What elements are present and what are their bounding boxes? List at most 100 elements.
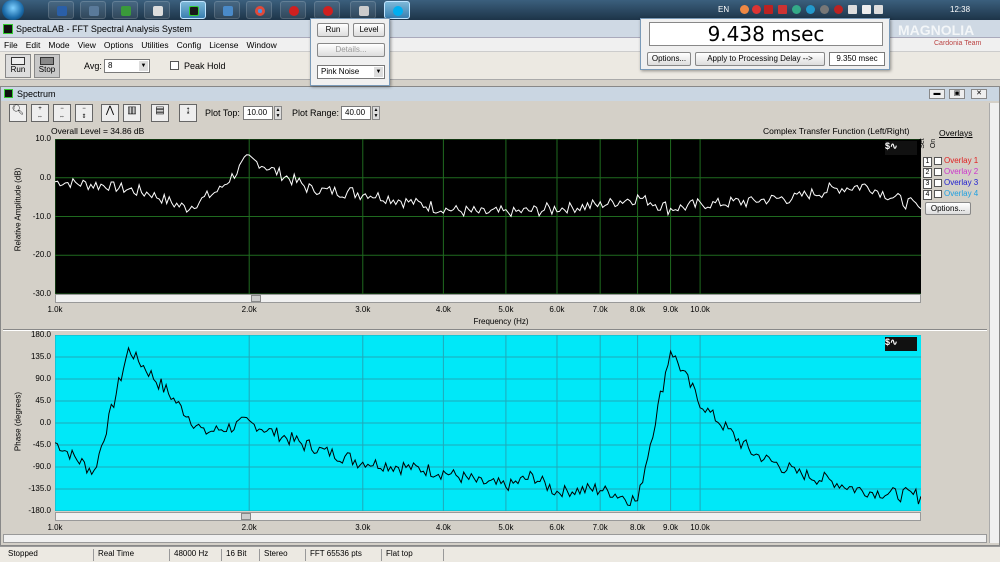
amp-horizontal-scrollbar[interactable]	[55, 294, 921, 303]
menu-utilities[interactable]: Utilities	[137, 38, 172, 52]
vertical-scrollbar[interactable]	[989, 103, 999, 543]
menu-view[interactable]: View	[74, 38, 100, 52]
zoom-out-icon[interactable]: − ⇔	[53, 104, 71, 122]
fft-mode-icon[interactable]: $∿	[885, 337, 917, 351]
clock[interactable]: 12:38	[950, 5, 970, 14]
generator-level-button[interactable]: Level	[353, 23, 385, 37]
generator-panel: Run Level Details... Pink Noise ▼	[310, 18, 390, 86]
generator-details-button[interactable]: Details...	[317, 43, 385, 57]
tray-icon[interactable]	[740, 5, 749, 14]
taskbar-app-chrome[interactable]	[246, 1, 272, 19]
peak-hold-checkbox[interactable]	[170, 61, 179, 70]
spectrum-icon	[4, 89, 13, 98]
tray-icon[interactable]	[792, 5, 801, 14]
delay-options-button[interactable]: Options...	[647, 52, 691, 66]
watermark-subtitle: Cardonia Team	[934, 40, 982, 47]
close-button[interactable]: ✕	[971, 89, 987, 99]
tray-icon[interactable]	[834, 5, 843, 14]
y-tick-label: -30.0	[32, 289, 51, 298]
overlay-row-1[interactable]: 1 Overlay 1	[923, 155, 997, 167]
overlay-row-3[interactable]: 3 Overlay 3	[923, 177, 997, 189]
signal-select[interactable]: Pink Noise ▼	[317, 65, 385, 79]
overlay-name: Overlay 4	[944, 189, 979, 198]
tray-icon[interactable]	[806, 5, 815, 14]
avg-label: Avg:	[84, 61, 102, 71]
app-icon	[153, 6, 163, 16]
fft-mode-icon[interactable]: $∿	[885, 141, 917, 155]
window-title: SpectraLAB - FFT Spectral Analysis Syste…	[16, 24, 192, 34]
zoom-out-vertical-icon[interactable]: − ⇕	[75, 104, 93, 122]
overlays-title: Overlays	[939, 128, 973, 138]
bar-graph-icon[interactable]: ▥	[123, 104, 141, 122]
x-tick-label: 3.0k	[355, 305, 371, 314]
minimize-button[interactable]: ▬	[929, 89, 945, 99]
overlay-row-2[interactable]: 2 Overlay 2	[923, 166, 997, 178]
scroll-thumb[interactable]	[251, 295, 261, 302]
overlay-checkbox[interactable]	[934, 167, 942, 176]
volume-icon[interactable]	[874, 5, 883, 14]
menu-config[interactable]: Config	[173, 38, 206, 52]
flag-icon[interactable]	[764, 5, 773, 14]
flag-icon[interactable]	[778, 5, 787, 14]
y-tick-label: 10.0	[35, 134, 51, 143]
taskbar-app-4[interactable]	[144, 1, 170, 19]
taskbar-app-8[interactable]	[280, 1, 306, 19]
plot-range-input[interactable]: 40.00	[341, 106, 371, 120]
chevron-down-icon[interactable]: ▼	[139, 61, 148, 71]
taskbar-app-6[interactable]	[214, 1, 240, 19]
overlay-checkbox[interactable]	[934, 156, 942, 165]
taskbar-app-1[interactable]	[48, 1, 74, 19]
avg-select[interactable]: 8 ▼	[104, 59, 150, 73]
peak-marker-icon[interactable]: ⋀	[101, 104, 119, 122]
menu-options[interactable]: Options	[100, 38, 137, 52]
overlay-set-button[interactable]: 4	[923, 190, 932, 200]
amplitude-plot[interactable]	[55, 139, 921, 294]
phase-plot[interactable]	[55, 335, 921, 511]
flag-icon[interactable]	[848, 5, 857, 14]
taskbar-app-9[interactable]	[314, 1, 340, 19]
chevron-down-icon[interactable]: ▼	[374, 67, 383, 77]
taskbar-app-3[interactable]	[112, 1, 138, 19]
zoom-in-icon[interactable]: + ⇔	[31, 104, 49, 122]
generator-run-button[interactable]: Run	[317, 23, 349, 37]
start-button[interactable]	[2, 0, 24, 20]
plot-range-spinner[interactable]: ▲ ▼	[372, 106, 380, 120]
table-icon[interactable]: ▤	[151, 104, 169, 122]
language-indicator[interactable]: EN	[718, 5, 729, 14]
amp-y-axis-title: Relative Amplitude (dB)	[13, 167, 23, 252]
y-tick-label: 0.0	[39, 172, 51, 182]
menu-edit[interactable]: Edit	[22, 38, 45, 52]
overlay-checkbox[interactable]	[934, 189, 942, 198]
phase-horizontal-scrollbar[interactable]	[55, 512, 921, 521]
spectrum-titlebar[interactable]: Spectrum ▬ ▣ ✕	[1, 87, 999, 101]
skype-icon	[393, 6, 403, 16]
overlay-options-button[interactable]: Options...	[925, 202, 971, 215]
menu-file[interactable]: File	[0, 38, 22, 52]
taskbar-app-2[interactable]	[80, 1, 106, 19]
zoom-icon[interactable]: 🔍︎	[9, 104, 27, 122]
menu-license[interactable]: License	[205, 38, 242, 52]
plot-top-spinner[interactable]: ▲ ▼	[274, 106, 282, 120]
tray-icon[interactable]	[820, 5, 829, 14]
scroll-thumb[interactable]	[241, 513, 251, 520]
menu-mode[interactable]: Mode	[44, 38, 73, 52]
menu-window[interactable]: Window	[243, 38, 281, 52]
taskbar-app-10[interactable]	[350, 1, 376, 19]
plot-splitter[interactable]	[3, 329, 987, 331]
overlay-checkbox[interactable]	[934, 178, 942, 187]
vertical-scale-icon[interactable]: ↨	[179, 104, 197, 122]
taskbar-app-spectralab[interactable]	[180, 1, 206, 19]
network-icon[interactable]	[862, 5, 871, 14]
delay-value-field[interactable]: 9.350 msec	[829, 52, 885, 66]
overlays-on-label: On	[930, 138, 938, 149]
tray-icon[interactable]	[752, 5, 761, 14]
taskbar-app-skype[interactable]	[384, 1, 410, 19]
apply-delay-button[interactable]: Apply to Processing Delay -->	[695, 52, 825, 66]
restore-button[interactable]: ▣	[949, 89, 965, 99]
app-icon	[57, 6, 67, 16]
plot-top-input[interactable]: 10.00	[243, 106, 273, 120]
window-horizontal-scrollbar[interactable]	[3, 534, 987, 543]
overlay-row-4[interactable]: 4 Overlay 4	[923, 188, 997, 200]
run-button[interactable]: Run	[5, 54, 31, 78]
stop-button[interactable]: Stop	[34, 54, 60, 78]
